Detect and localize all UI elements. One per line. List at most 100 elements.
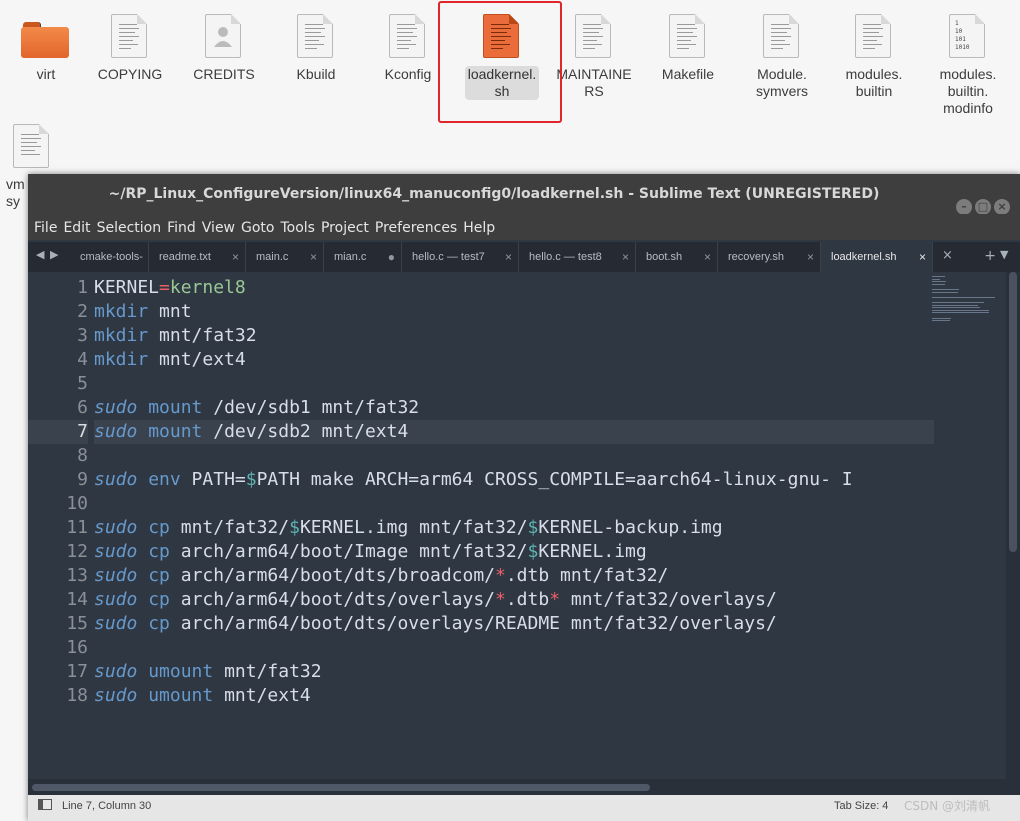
code-token: PATH make ARCH=arm64 CROSS_COMPILE=aarch… xyxy=(256,469,853,490)
code-token: * xyxy=(549,589,561,610)
tab-close-icon[interactable]: × xyxy=(807,242,814,272)
tab-menu-chevron-down-icon[interactable]: ▼ xyxy=(1000,248,1008,261)
maximize-button[interactable]: □ xyxy=(975,199,991,215)
code-line[interactable]: mkdir mnt/ext4 xyxy=(94,348,934,372)
menu-find[interactable]: Find xyxy=(164,214,199,242)
code-line[interactable] xyxy=(94,372,934,396)
code-line[interactable]: sudo cp arch/arm64/boot/Image mnt/fat32/… xyxy=(94,540,934,564)
minimap[interactable] xyxy=(932,276,1012,336)
tab-2[interactable]: readme.txt × xyxy=(149,242,246,272)
code-token: cp xyxy=(148,517,170,538)
menu-view[interactable]: View xyxy=(199,214,238,242)
menu-edit[interactable]: Edit xyxy=(60,214,93,242)
code-token: mnt/ext4 xyxy=(148,349,246,370)
tab-close-icon[interactable]: × xyxy=(622,242,629,272)
minimize-button[interactable]: – xyxy=(956,199,972,215)
code-line[interactable]: sudo env PATH=$PATH make ARCH=arm64 CROS… xyxy=(94,468,934,492)
code-line[interactable] xyxy=(94,444,934,468)
tab-9[interactable]: loadkernel.sh × xyxy=(821,242,933,272)
tab-close-icon[interactable]: × xyxy=(704,242,711,272)
menu-tools[interactable]: Tools xyxy=(277,214,318,242)
code-line[interactable]: sudo cp arch/arm64/boot/dts/overlays/*.d… xyxy=(94,588,934,612)
vertical-scrollbar[interactable] xyxy=(1006,272,1020,779)
minimap-line xyxy=(932,276,945,277)
tab-1[interactable]: cmake-tools- xyxy=(70,242,149,272)
horizontal-scroll-thumb[interactable] xyxy=(32,784,650,791)
title-bar[interactable]: ~/RP_Linux_ConfigureVersion/linux64_manu… xyxy=(28,174,1020,215)
code-line[interactable]: sudo mount /dev/sdb1 mnt/fat32 xyxy=(94,396,934,420)
line-number: 15 xyxy=(66,613,88,634)
code-line[interactable]: sudo cp mnt/fat32/$KERNEL.img mnt/fat32/… xyxy=(94,516,934,540)
code-token: * xyxy=(495,589,506,610)
code-editor[interactable]: 1 2 3 4 5 6 7 8 9 10 11 12 13 14 15 16 17 18 KERNEL=kerne… xyxy=(28,272,1020,779)
code-token: /dev/sdb2 mnt/ext4 xyxy=(202,421,409,442)
code-token: sudo xyxy=(94,613,138,634)
code-line[interactable]: mkdir mnt/fat32 xyxy=(94,324,934,348)
new-tab-icon[interactable]: + xyxy=(984,248,996,264)
file-11[interactable]: 1 10 101 1010 modules. builtin. modinfo xyxy=(922,14,1014,117)
code-line[interactable]: sudo cp arch/arm64/boot/dts/broadcom/*.d… xyxy=(94,564,934,588)
code-token: KERNEL-backup.img xyxy=(538,517,723,538)
tab-label: loadkernel.sh xyxy=(831,251,897,263)
menu-file[interactable]: File xyxy=(31,214,60,242)
file-2[interactable]: COPYING xyxy=(84,14,176,83)
line-number: 18 xyxy=(66,685,88,706)
code-token: PATH= xyxy=(180,469,246,490)
menu-preferences[interactable]: Preferences xyxy=(372,214,460,242)
menu-selection[interactable]: Selection xyxy=(94,214,165,242)
code-line[interactable] xyxy=(94,492,934,516)
line-number: 12 xyxy=(66,541,88,562)
code-token: sudo xyxy=(94,589,138,610)
tab-5[interactable]: hello.c — test7 × xyxy=(402,242,519,272)
horizontal-scrollbar[interactable] xyxy=(28,779,1020,795)
file-1[interactable]: virt xyxy=(0,14,92,83)
tab-scroll-left-icon[interactable]: ◀ xyxy=(36,248,44,261)
menu-help[interactable]: Help xyxy=(460,214,498,242)
unsaved-dot-icon[interactable]: ● xyxy=(388,242,395,272)
tab-size-selector[interactable]: Tab Size: 4 xyxy=(834,795,888,817)
tab-close-icon[interactable]: × xyxy=(919,242,926,272)
minimap-line xyxy=(932,307,980,309)
minimap-line xyxy=(932,281,946,283)
tab-close-icon[interactable]: × xyxy=(310,242,317,272)
file-8[interactable]: Makefile xyxy=(642,14,734,83)
tab-6[interactable]: hello.c — test8 × xyxy=(519,242,636,272)
code-line[interactable]: sudo cp arch/arm64/boot/dts/overlays/REA… xyxy=(94,612,934,636)
code-line[interactable]: sudo umount mnt/ext4 xyxy=(94,684,934,708)
sidebar-toggle-icon[interactable] xyxy=(38,799,52,810)
close-button[interactable]: × xyxy=(994,199,1010,215)
tab-close-icon[interactable]: × xyxy=(232,242,239,272)
code-line[interactable]: KERNEL=kernel8 xyxy=(94,276,934,300)
tab-4[interactable]: mian.c ● xyxy=(324,242,402,272)
tab-7[interactable]: boot.sh × xyxy=(636,242,718,272)
code-line[interactable]: sudo umount mnt/fat32 xyxy=(94,660,934,684)
code-line[interactable]: mkdir mnt xyxy=(94,300,934,324)
text-file-icon xyxy=(389,14,427,60)
tab-close-icon[interactable]: × xyxy=(942,248,953,263)
code-token: KERNEL.img mnt/fat32/ xyxy=(299,517,528,538)
code-line[interactable] xyxy=(94,636,934,660)
file-partial-vmsymvers[interactable] xyxy=(0,124,70,170)
tab-8[interactable]: recovery.sh × xyxy=(718,242,821,272)
code-token: cp xyxy=(148,613,170,634)
tab-close-icon[interactable]: × xyxy=(505,242,512,272)
text-file-icon xyxy=(763,14,801,60)
file-10[interactable]: modules. builtin xyxy=(828,14,920,100)
code-line[interactable]: sudo mount /dev/sdb2 mnt/ext4 xyxy=(94,420,934,444)
file-9[interactable]: Module. symvers xyxy=(736,14,828,100)
sublime-window: ~/RP_Linux_ConfigureVersion/linux64_manu… xyxy=(28,174,1020,821)
menu-goto[interactable]: Goto xyxy=(238,214,277,242)
file-3[interactable]: CREDITS xyxy=(178,14,270,83)
tab-scroll-right-icon[interactable]: ▶ xyxy=(50,248,58,261)
vertical-scroll-thumb[interactable] xyxy=(1009,272,1017,552)
tab-3[interactable]: main.c × xyxy=(246,242,324,272)
code-token: umount xyxy=(148,685,214,706)
minimap-line xyxy=(932,320,950,322)
file-4[interactable]: Kbuild xyxy=(270,14,362,83)
menu-project[interactable]: Project xyxy=(318,214,372,242)
